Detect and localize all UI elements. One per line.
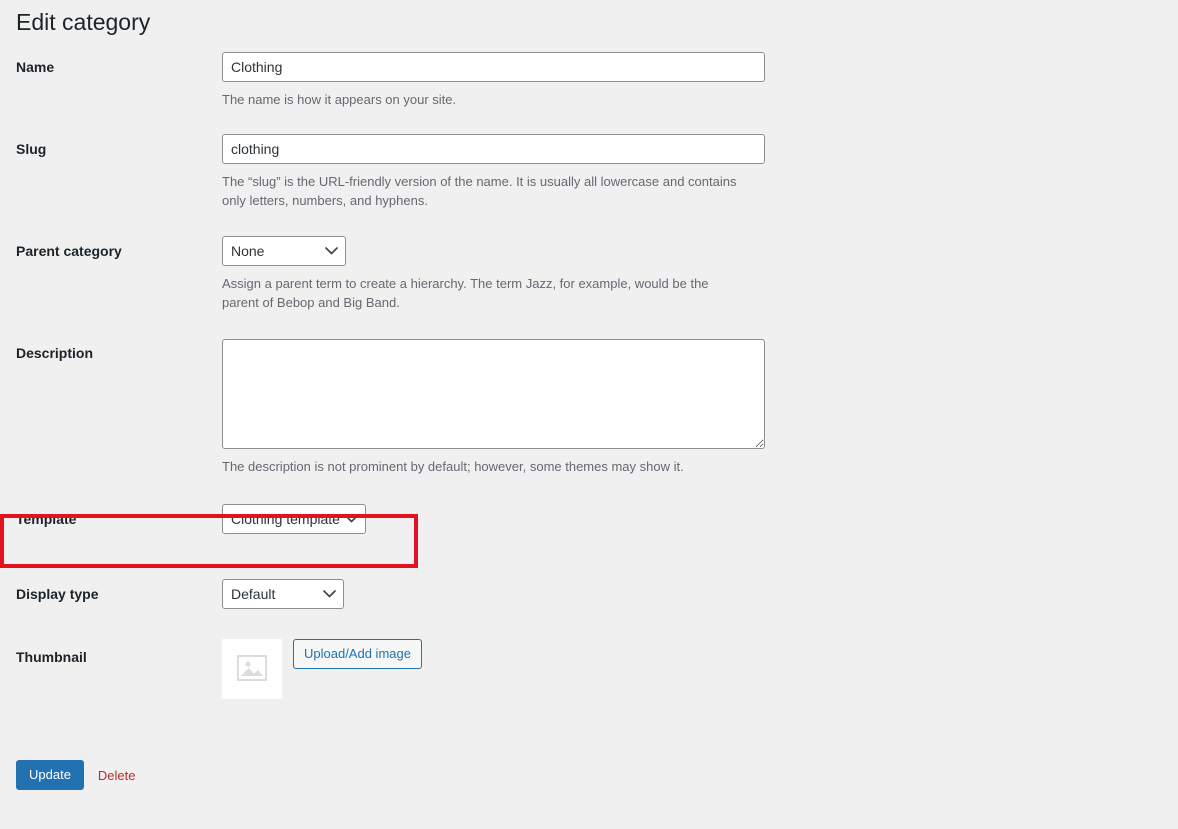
form-row-name: Name The name is how it appears on your …	[0, 52, 800, 110]
field-slug: The “slug” is the URL-friendly version o…	[222, 133, 800, 211]
label-template: Template	[16, 510, 77, 527]
display-type-select[interactable]: Default	[222, 579, 344, 609]
name-input[interactable]	[222, 52, 765, 82]
template-select-wrapper[interactable]: Clothing template	[222, 504, 366, 534]
field-thumbnail: Upload/Add image	[222, 639, 800, 699]
name-help-text: The name is how it appears on your site.	[222, 92, 457, 107]
field-name: The name is how it appears on your site.	[222, 52, 800, 110]
parent-category-select[interactable]: None	[222, 235, 346, 266]
parent-category-select-wrapper[interactable]: None	[222, 235, 346, 266]
label-slug: Slug	[16, 140, 47, 157]
label-description: Description	[16, 344, 94, 361]
thumbnail-preview	[222, 639, 282, 699]
label-parent-category: Parent category	[16, 242, 122, 259]
page-title: Edit category	[16, 9, 151, 35]
field-template: Clothing template	[222, 504, 800, 534]
slug-help-text: The “slug” is the URL-friendly version o…	[222, 173, 737, 209]
delete-link[interactable]: Delete	[98, 768, 136, 783]
form-row-template: Template Clothing template	[0, 504, 800, 534]
form-row-description: Description The description is not promi…	[0, 338, 800, 477]
form-actions: Update Delete	[16, 760, 136, 790]
field-description: The description is not prominent by defa…	[222, 338, 800, 477]
update-button[interactable]: Update	[16, 760, 84, 790]
description-textarea[interactable]	[222, 338, 765, 449]
form-row-parent-category: Parent category None Assign a parent ter…	[0, 235, 800, 313]
form-row-slug: Slug The “slug” is the URL-friendly vers…	[0, 133, 800, 211]
thumbnail-controls: Upload/Add image	[222, 639, 800, 699]
upload-add-image-button[interactable]: Upload/Add image	[293, 639, 422, 669]
edit-category-form: Name The name is how it appears on your …	[0, 52, 800, 699]
label-thumbnail: Thumbnail	[16, 649, 87, 665]
template-select[interactable]: Clothing template	[222, 504, 366, 534]
description-help-text: The description is not prominent by defa…	[222, 458, 684, 474]
edit-category-page: Edit category Name The name is how it ap…	[0, 0, 1178, 829]
field-display-type: Default	[222, 579, 800, 609]
label-display-type: Display type	[16, 585, 99, 602]
image-placeholder-icon	[237, 654, 267, 684]
label-name: Name	[16, 59, 55, 75]
slug-input[interactable]	[222, 133, 765, 164]
field-parent-category: None Assign a parent term to create a hi…	[222, 235, 800, 313]
display-type-select-wrapper[interactable]: Default	[222, 579, 344, 609]
form-row-thumbnail: Thumbnail Upload/Add image	[0, 639, 800, 699]
form-row-display-type: Display type Default	[0, 579, 800, 609]
parent-category-help-text: Assign a parent term to create a hierarc…	[222, 275, 709, 311]
